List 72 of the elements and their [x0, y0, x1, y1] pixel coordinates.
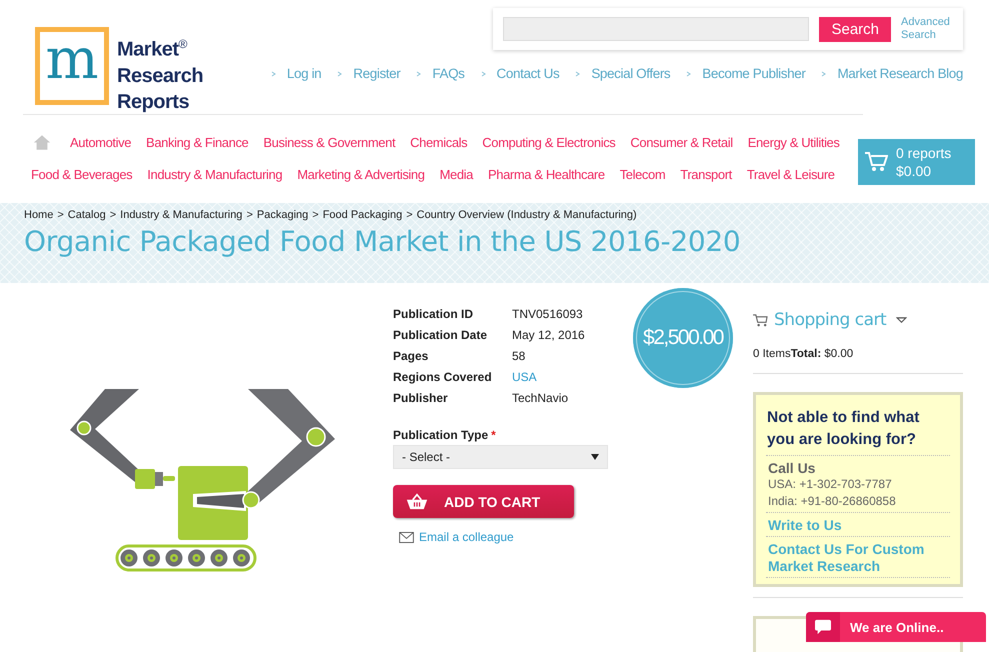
- basket-icon: [406, 493, 428, 510]
- category-link[interactable]: Consumer & Retail: [630, 134, 733, 150]
- detail-label: Publication Date: [393, 328, 488, 342]
- breadcrumb-separator: >: [312, 209, 319, 221]
- category-link[interactable]: Chemicals: [410, 134, 468, 150]
- category-link[interactable]: Industry & Manufacturing: [147, 166, 282, 182]
- category-link[interactable]: Automotive: [70, 134, 132, 150]
- breadcrumb-separator: >: [57, 209, 64, 221]
- detail-value: TechNavio: [512, 391, 568, 405]
- top-nav-link[interactable]: Special Offers: [575, 66, 670, 81]
- category-link[interactable]: Energy & Utilities: [748, 134, 840, 150]
- breadcrumb-link[interactable]: Food Packaging: [322, 209, 402, 221]
- breadcrumb-link[interactable]: Industry & Manufacturing: [120, 209, 242, 221]
- page-title: Organic Packaged Food Market in the US 2016-2020: [24, 225, 742, 258]
- detail-label: Publisher: [393, 391, 449, 405]
- required-mark: *: [491, 428, 496, 442]
- chat-button[interactable]: We are Online..: [806, 612, 986, 642]
- email-link[interactable]: Email a colleague: [399, 530, 514, 544]
- advanced-search-link[interactable]: Advanced Search: [901, 16, 953, 42]
- cart-icon: [753, 314, 768, 326]
- search-field[interactable]: [503, 17, 810, 41]
- phone-number: USA: +1-302-703-7787: [768, 476, 893, 493]
- caret-icon[interactable]: [896, 316, 908, 324]
- add-to-cart-button[interactable]: ADD TO CART: [393, 485, 574, 518]
- cart-icon: [864, 151, 888, 173]
- help-link[interactable]: Write to Us: [768, 517, 948, 534]
- detail-label: Regions Covered: [393, 370, 493, 384]
- home-icon[interactable]: [33, 134, 51, 150]
- category-link[interactable]: Transport: [680, 166, 732, 182]
- top-nav-link[interactable]: Contact Us: [480, 66, 560, 81]
- logo-mark[interactable]: m: [35, 27, 109, 105]
- category-link[interactable]: Banking & Finance: [146, 134, 248, 150]
- chat-bubble-icon: [814, 619, 832, 635]
- cart-summary: 0 ItemsTotal: $0.00: [753, 348, 963, 374]
- detail-link[interactable]: USA: [512, 370, 537, 384]
- cart-button[interactable]: 0 reports $0.00: [858, 139, 975, 185]
- breadcrumb-link[interactable]: Packaging: [256, 209, 308, 221]
- category-link[interactable]: Business & Government: [263, 134, 396, 150]
- breadcrumb-separator: >: [406, 209, 413, 221]
- category-link[interactable]: Travel & Leisure: [746, 166, 835, 182]
- category-link[interactable]: Media: [440, 166, 473, 182]
- detail-value: TNV0516093: [512, 307, 583, 321]
- breadcrumb-separator: >: [110, 209, 116, 221]
- detail-label: Pages: [393, 349, 430, 363]
- top-nav-link[interactable]: FAQs: [416, 66, 465, 81]
- breadcrumb-separator: >: [246, 209, 253, 221]
- call-us-heading: Call Us: [768, 460, 816, 476]
- field-label: Publication Type: [393, 428, 488, 442]
- shopping-cart-link[interactable]: Shopping cart: [774, 310, 886, 330]
- top-nav-link[interactable]: Log in: [270, 66, 322, 81]
- detail-label: Publication ID: [393, 307, 474, 321]
- breadcrumb-link[interactable]: Country Overview (Industry & Manufacturing): [416, 209, 637, 221]
- category-link[interactable]: Food & Beverages: [31, 166, 132, 182]
- detail-value: May 12, 2016: [512, 328, 585, 342]
- help-link[interactable]: Contact Us For Custom Market Research: [768, 541, 948, 575]
- logo-text[interactable]: Market$^{®}$ Research Reports: [117, 31, 204, 115]
- price-badge: $2,500.00: [633, 288, 733, 388]
- publication-type-dropdown[interactable]: - Select -: [393, 445, 608, 469]
- top-nav-link[interactable]: Register: [337, 66, 400, 81]
- category-link[interactable]: Computing & Electronics: [482, 134, 616, 150]
- detail-value: 58: [512, 349, 526, 363]
- breadcrumb-link[interactable]: Home: [24, 209, 54, 221]
- top-nav-link[interactable]: Become Publisher: [686, 66, 806, 81]
- category-link[interactable]: Pharma & Healthcare: [488, 166, 605, 182]
- top-nav-link[interactable]: Market Research Blog: [821, 66, 963, 81]
- envelope-icon: [399, 532, 414, 542]
- breadcrumb-link[interactable]: Catalog: [68, 209, 106, 221]
- help-heading: Not able to find what you are looking for?: [766, 407, 950, 456]
- category-link[interactable]: Marketing & Advertising: [297, 166, 425, 182]
- search-button[interactable]: Search: [819, 16, 891, 42]
- category-link[interactable]: Telecom: [620, 166, 666, 182]
- phone-number: India: +91-80-26860858: [768, 493, 897, 510]
